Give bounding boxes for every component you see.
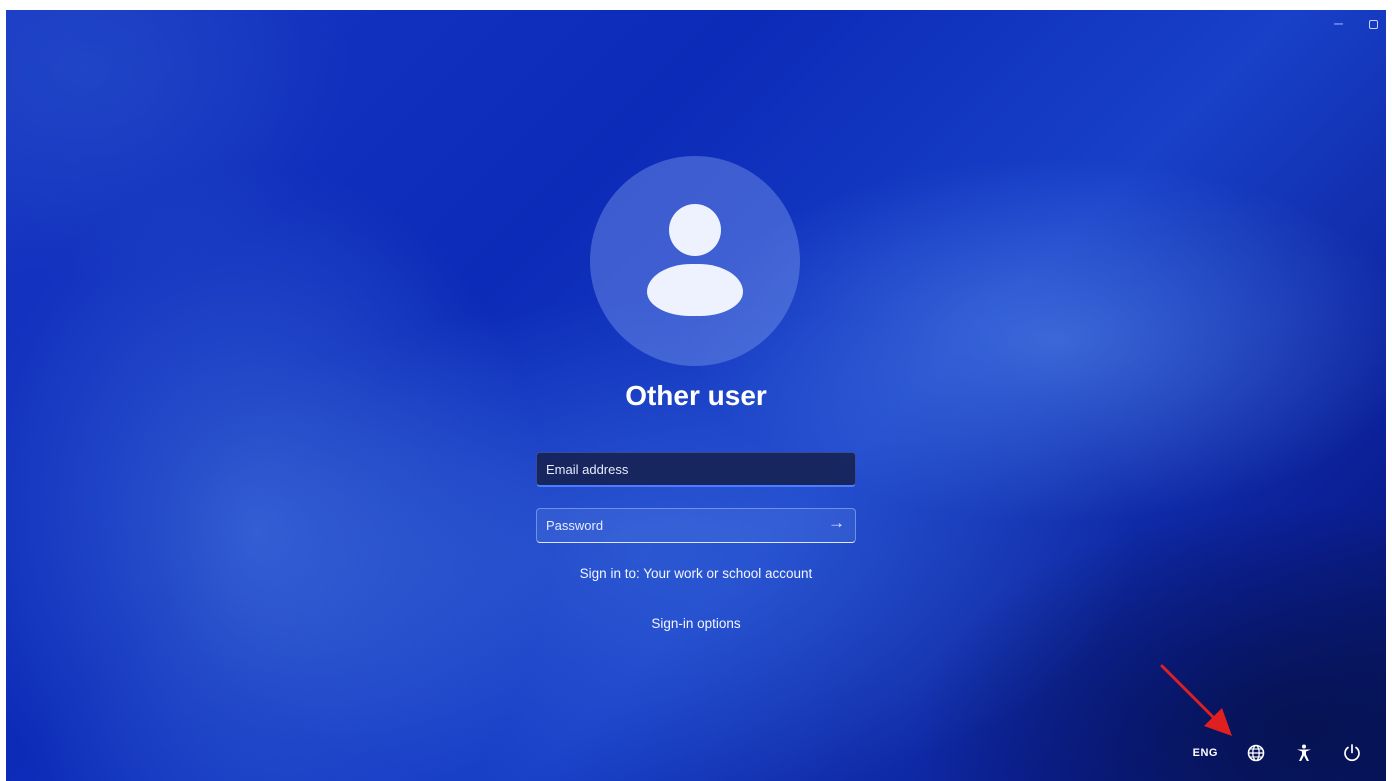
username-label: Other user (625, 380, 767, 411)
avatar-head-icon (669, 204, 721, 256)
email-field[interactable]: Email address (536, 452, 856, 487)
window-controls: – (1334, 14, 1378, 34)
system-tray: ENG (1193, 743, 1362, 763)
submit-arrow-button[interactable]: → (828, 513, 845, 533)
restore-button[interactable] (1369, 20, 1378, 29)
power-icon[interactable] (1342, 743, 1362, 763)
user-avatar (590, 156, 800, 366)
lock-screen: – Other user Email address Password → Si… (6, 10, 1386, 781)
password-placeholder: Password (546, 518, 604, 533)
avatar-body-icon (647, 264, 743, 316)
sign-in-to-text: Sign in to: Your work or school account (579, 566, 813, 581)
minimize-button[interactable]: – (1334, 14, 1343, 34)
network-icon[interactable] (1246, 743, 1266, 763)
sign-in-options-link[interactable]: Sign-in options (6, 616, 1386, 631)
password-field[interactable]: Password → (536, 508, 856, 543)
language-indicator[interactable]: ENG (1193, 747, 1218, 759)
accessibility-icon[interactable] (1294, 743, 1314, 763)
annotation-arrow (1160, 664, 1232, 736)
email-placeholder: Email address (546, 461, 629, 477)
